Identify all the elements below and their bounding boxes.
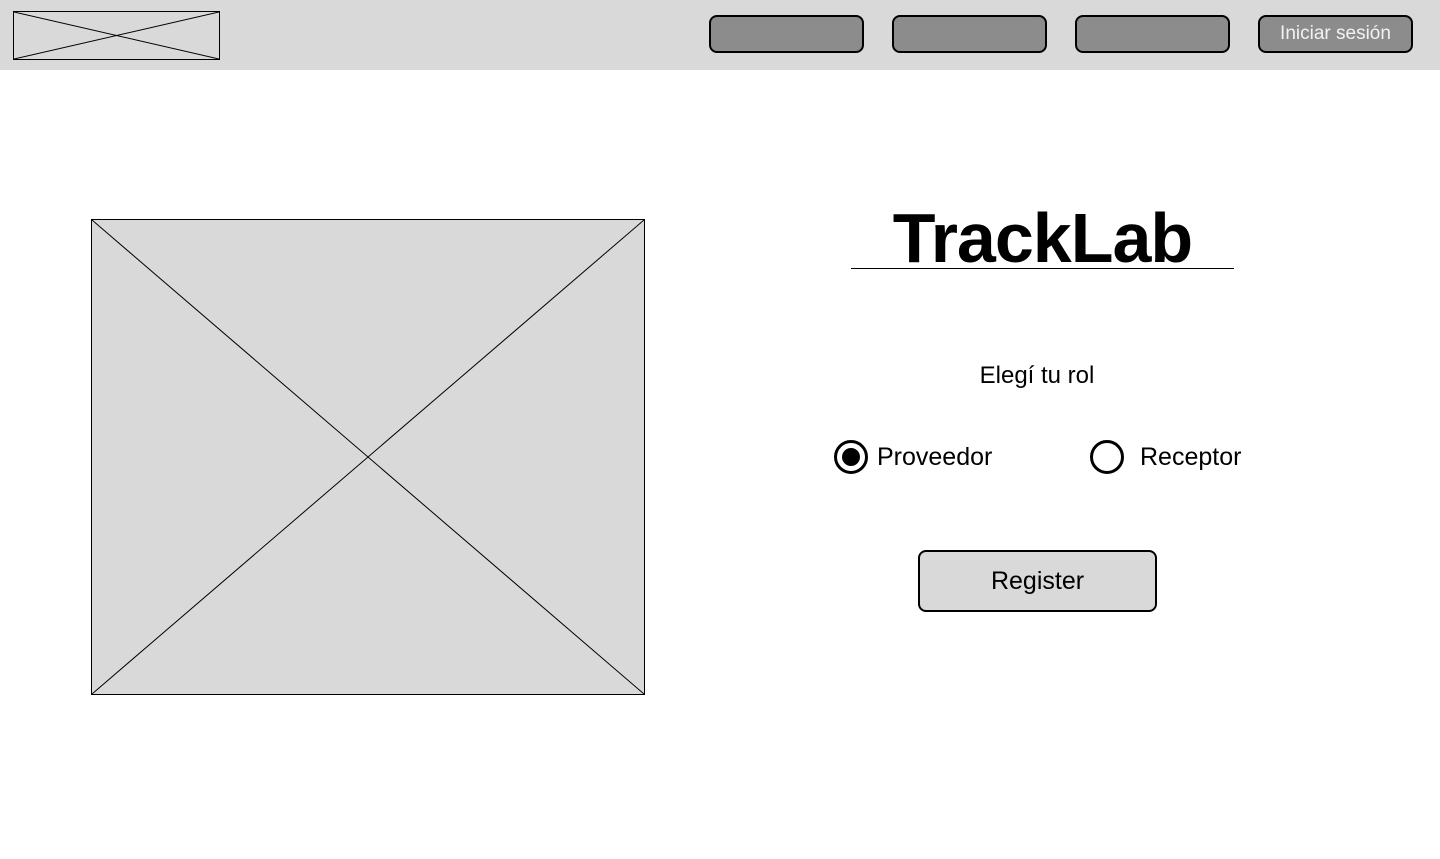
top-navbar: Iniciar sesión <box>0 0 1440 70</box>
logo-image-placeholder[interactable] <box>13 11 220 60</box>
radio-label-receptor: Receptor <box>1140 443 1242 471</box>
radio-option-receptor[interactable]: Receptor <box>1090 440 1241 474</box>
radio-label-proveedor: Proveedor <box>877 443 993 471</box>
nav-button-3[interactable] <box>1075 15 1230 53</box>
radio-unchecked-icon[interactable] <box>1090 440 1124 474</box>
radio-option-proveedor[interactable]: Proveedor <box>834 440 992 474</box>
role-prompt: Elegí tu rol <box>979 362 1095 389</box>
nav-button-2[interactable] <box>892 15 1047 53</box>
radio-checked-icon[interactable] <box>834 440 868 474</box>
page: Iniciar sesión TrackLab Elegí tu rol Pro… <box>0 0 1440 859</box>
image-placeholder-icon <box>92 220 644 694</box>
register-button[interactable]: Register <box>918 550 1157 612</box>
image-placeholder-icon <box>14 12 219 59</box>
hero-image-placeholder <box>91 219 645 695</box>
nav-button-1[interactable] <box>709 15 864 53</box>
login-button[interactable]: Iniciar sesión <box>1258 15 1413 53</box>
brand-title: TrackLab <box>851 196 1234 277</box>
